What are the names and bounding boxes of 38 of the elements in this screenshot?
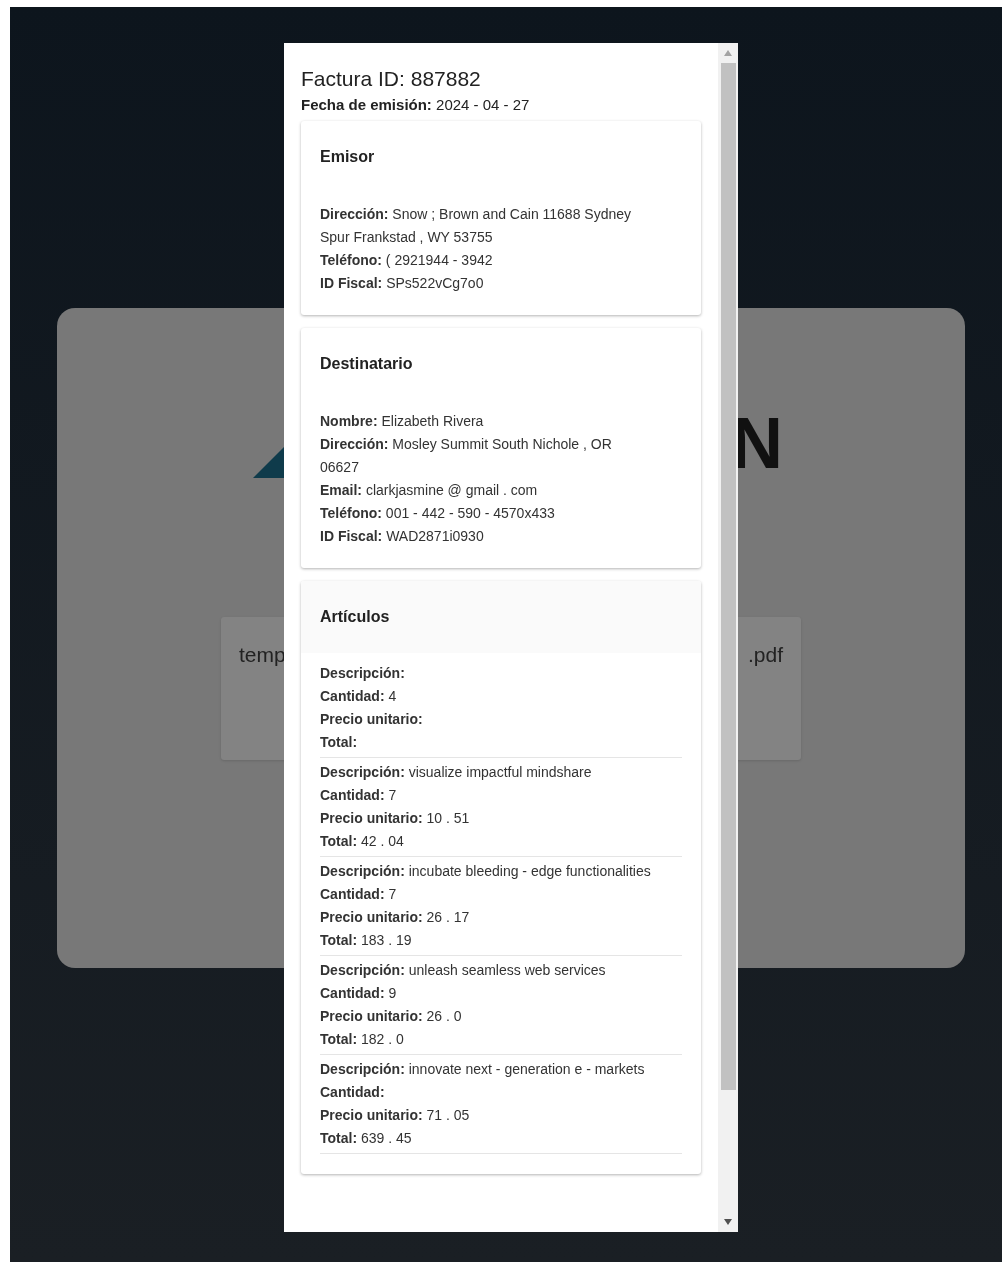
field-text: Precio unitario: 10 . 51	[320, 809, 471, 828]
file-name-text: .pdf	[747, 642, 783, 668]
field-text: Descripción: incubate bleeding - edge functionalities	[320, 862, 652, 881]
field-text: Total: 182 . 0	[320, 1030, 405, 1049]
issue-date-text: Fecha de emisión: 2024 - 04 - 27	[301, 95, 531, 115]
field-text: Email: clarkjasmine @ gmail . com	[320, 481, 539, 500]
card-title: Artículos	[320, 607, 391, 627]
invoice-title: Factura ID: 887882	[301, 66, 482, 92]
field-text: Precio unitario: 71 . 05	[320, 1106, 471, 1125]
field-text: ID Fiscal: WAD2871i0930	[320, 527, 485, 546]
field-text: Cantidad: 4	[320, 687, 398, 706]
field-text: Dirección: Snow ; Brown and Cain 11688 Sydney Spur Frankstad , WY 53755	[320, 205, 633, 247]
field-text: Cantidad: 9	[320, 984, 398, 1003]
field-text: Descripción: innovate next - generation e - markets	[320, 1060, 646, 1079]
field-text: Descripción: unleash seamless web services	[320, 961, 607, 980]
card-title: Emisor	[320, 147, 376, 167]
scroll-down-icon[interactable]	[723, 1218, 733, 1226]
field-text: Teléfono: 001 - 442 - 590 - 4570x433	[320, 504, 556, 523]
field-text: Precio unitario: 26 . 0	[320, 1007, 463, 1026]
field-text: Descripción:	[320, 664, 406, 683]
scroll-up-icon[interactable]	[723, 49, 733, 57]
field-text: Total: 183 . 19	[320, 931, 413, 950]
field-text: Nombre: Elizabeth Rivera	[320, 412, 485, 431]
field-text: Teléfono: ( 2921944 - 3942	[320, 251, 494, 270]
field-text: Total: 639 . 45	[320, 1129, 413, 1148]
scrollbar[interactable]	[718, 43, 738, 1232]
field-text: Precio unitario: 26 . 17	[320, 908, 471, 927]
field-text: Cantidad:	[320, 1083, 386, 1102]
field-text: ID Fiscal: SPs522vCg7o0	[320, 274, 485, 293]
scrollbar-thumb[interactable]	[720, 63, 736, 1090]
field-text: Cantidad: 7	[320, 786, 398, 805]
field-text: Total: 42 . 04	[320, 832, 405, 851]
field-text: Total:	[320, 733, 359, 752]
field-text: Precio unitario:	[320, 710, 424, 729]
field-text: Descripción: visualize impactful mindshare	[320, 763, 593, 782]
field-text: Cantidad: 7	[320, 885, 398, 904]
file-name-text: temp	[239, 642, 286, 668]
card-title: Destinatario	[320, 354, 414, 374]
